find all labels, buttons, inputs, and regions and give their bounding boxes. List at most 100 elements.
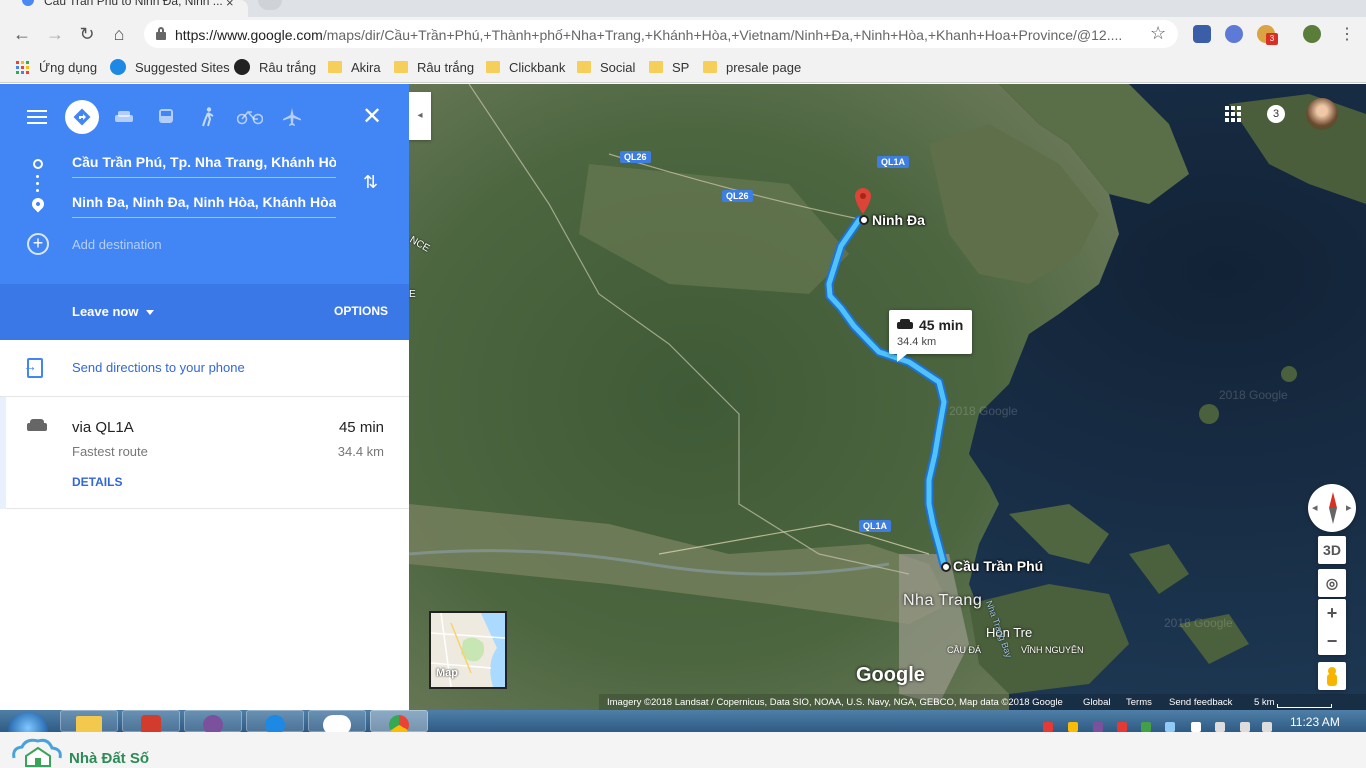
bookmark-item[interactable]: Râu trắng — [234, 59, 316, 75]
add-destination-icon[interactable]: + — [27, 233, 49, 255]
tab-close-icon[interactable]: × — [226, 0, 234, 10]
compass-icon[interactable]: ◂ ▸ — [1308, 484, 1356, 532]
map-canvas[interactable]: ◂ QL26 QL1A QL26 QL1A NCE E Ninh Đa Cầu … — [409, 84, 1366, 710]
attribution-text: Imagery ©2018 Landsat / Copernicus, Data… — [607, 697, 1063, 708]
global-link[interactable]: Global — [1083, 697, 1110, 708]
tray-icon[interactable] — [1068, 722, 1078, 732]
taskbar-app-icon[interactable] — [122, 710, 180, 732]
destination-label[interactable]: Ninh Đa — [872, 212, 925, 228]
tray-icon[interactable] — [1165, 722, 1175, 732]
origin-marker-icon — [33, 159, 43, 169]
ie-icon[interactable] — [246, 710, 304, 732]
extension-icon[interactable] — [1193, 25, 1211, 43]
bookmark-item[interactable]: SP — [649, 59, 689, 75]
arrow-left-icon[interactable]: ← — [10, 22, 34, 46]
tray-icon[interactable] — [1093, 722, 1103, 732]
file-explorer-icon[interactable] — [60, 710, 118, 732]
tray-icon[interactable] — [1191, 722, 1201, 732]
send-to-phone-link[interactable]: Send directions to your phone — [72, 360, 245, 375]
bookmark-item[interactable]: Râu trắng — [394, 59, 474, 75]
zalo-icon[interactable] — [308, 710, 366, 732]
close-icon[interactable]: ✕ — [362, 102, 382, 131]
swap-icon[interactable]: ⇅ — [363, 172, 378, 193]
chevron-down-icon[interactable] — [146, 310, 154, 315]
tray-icon[interactable] — [1141, 722, 1151, 732]
extension-icon[interactable] — [1225, 25, 1243, 43]
pegman-icon[interactable] — [1318, 662, 1346, 690]
road-label: QL26 — [722, 190, 753, 202]
more-vert-icon[interactable]: ⋮ — [1339, 24, 1355, 44]
3d-toggle-button[interactable]: 3D — [1318, 536, 1346, 564]
origin-label[interactable]: Cầu Trần Phú — [953, 558, 1043, 574]
avatar[interactable] — [1306, 98, 1338, 130]
details-button[interactable]: DETAILS — [72, 475, 122, 489]
url-text[interactable]: https://www.google.com/maps/dir/Cầu+Trần… — [175, 27, 1140, 43]
windows-start-icon[interactable] — [8, 712, 48, 732]
send-to-phone-icon — [23, 358, 43, 378]
profile-avatar[interactable] — [1303, 25, 1321, 43]
viber-icon[interactable] — [184, 710, 242, 732]
arrow-right-icon[interactable]: → — [43, 22, 67, 46]
send-to-phone-row[interactable]: Send directions to your phone — [0, 340, 409, 397]
home-icon[interactable]: ⌂ — [107, 22, 131, 46]
google-apps-icon[interactable] — [1225, 106, 1241, 122]
tray-icon[interactable] — [1043, 722, 1053, 732]
directions-panel: ✕ Cầu Trần Phú, Tp. Nha Trang, Khánh Hòa… — [0, 84, 409, 710]
destination-input[interactable]: Ninh Đa, Ninh Đa, Ninh Hòa, Khánh Hòa — [72, 194, 336, 218]
battery-icon[interactable] — [1215, 722, 1225, 732]
zoom-out-button[interactable]: − — [1318, 627, 1346, 655]
route-dots — [36, 175, 40, 196]
options-button[interactable]: OPTIONS — [334, 304, 388, 318]
flight-mode-icon[interactable] — [275, 100, 309, 134]
volume-icon[interactable] — [1262, 722, 1272, 732]
send-feedback-link[interactable]: Send feedback — [1169, 697, 1232, 708]
zoom-in-button[interactable]: + — [1318, 599, 1346, 627]
address-bar[interactable]: https://www.google.com/maps/dir/Cầu+Trần… — [144, 20, 1178, 48]
map-layer-toggle[interactable]: Map — [429, 611, 507, 689]
scale-bar — [1277, 704, 1332, 708]
driving-mode-icon[interactable] — [107, 100, 141, 134]
bookmark-item[interactable]: presale page — [703, 59, 801, 75]
add-destination-button[interactable]: Add destination — [72, 237, 162, 252]
house-logo-icon — [12, 738, 62, 767]
route-option[interactable]: via QL1A Fastest route 45 min 34.4 km DE… — [0, 397, 409, 509]
bookmark-item[interactable]: Clickbank — [486, 59, 565, 75]
collapse-panel-button[interactable]: ◂ — [409, 92, 431, 140]
bookmark-item[interactable]: Akira — [328, 59, 381, 75]
my-location-icon[interactable]: ◎ — [1318, 569, 1346, 597]
new-tab-button[interactable] — [258, 0, 282, 10]
bookmark-item[interactable]: Social — [577, 59, 635, 75]
route-callout[interactable]: 45 min 34.4 km — [889, 310, 972, 362]
bookmark-item[interactable]: Suggested Sites — [110, 59, 230, 75]
leave-now-dropdown[interactable]: Leave now — [72, 304, 138, 319]
chrome-icon[interactable] — [370, 710, 428, 732]
map-watermark: 2018 Google — [949, 404, 1018, 418]
route-note: Fastest route — [72, 444, 148, 459]
folder-icon — [486, 61, 500, 73]
cycling-mode-icon[interactable] — [233, 100, 267, 134]
bookmark-star-icon[interactable]: ☆ — [1150, 23, 1166, 44]
tray-icon[interactable] — [1117, 722, 1127, 732]
reload-icon[interactable]: ↻ — [75, 22, 99, 46]
network-icon[interactable] — [1240, 722, 1250, 732]
callout-distance: 34.4 km — [897, 336, 937, 348]
clock[interactable]: 11:23 AM — [1290, 715, 1340, 729]
bookmark-item[interactable]: Ứng dụng — [16, 59, 97, 75]
notifications-badge[interactable]: 3 — [1267, 105, 1285, 123]
menu-icon[interactable] — [27, 110, 47, 124]
minimap-label: Map — [436, 667, 458, 679]
extension-icon[interactable]: 3 — [1257, 25, 1278, 45]
folder-icon — [328, 61, 342, 73]
departure-options-bar: Leave now OPTIONS — [0, 284, 409, 340]
rotate-left-icon[interactable]: ◂ — [1312, 501, 1318, 514]
browser-toolbar: ← → ↻ ⌂ https://www.google.com/maps/dir/… — [0, 17, 1366, 51]
road-label: QL1A — [859, 520, 892, 532]
terms-link[interactable]: Terms — [1126, 697, 1152, 708]
origin-input[interactable]: Cầu Trần Phú, Tp. Nha Trang, Khánh Hòa — [72, 154, 336, 178]
folder-icon — [649, 61, 663, 73]
browser-tab[interactable]: Cầu Trần Phú to Ninh Đa, Ninh ... × — [0, 0, 248, 17]
rotate-right-icon[interactable]: ▸ — [1346, 501, 1352, 514]
directions-mode-icon[interactable] — [65, 100, 99, 134]
transit-mode-icon[interactable] — [149, 100, 183, 134]
walking-mode-icon[interactable] — [191, 100, 225, 134]
